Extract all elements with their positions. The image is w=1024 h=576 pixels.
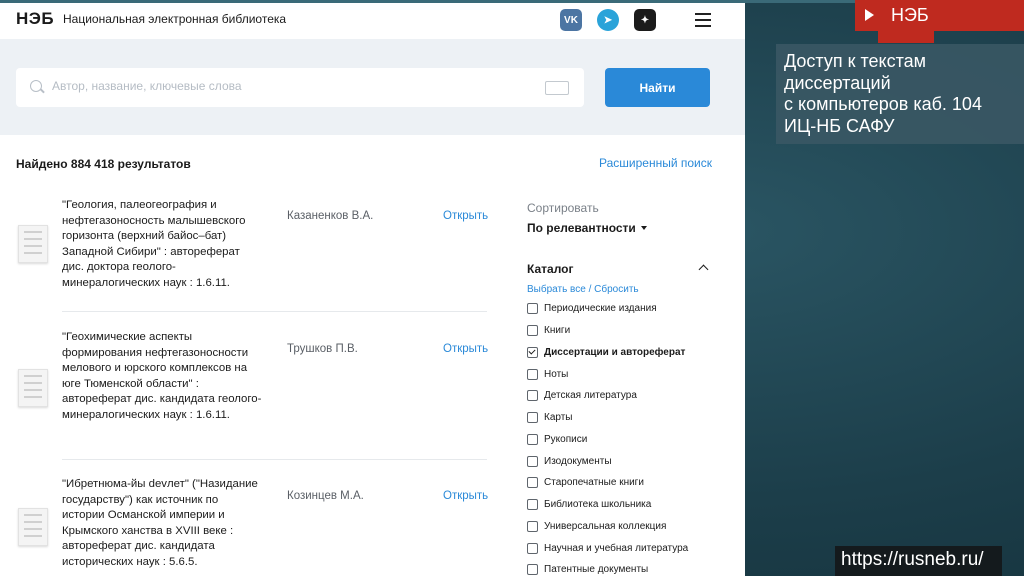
checkbox[interactable] [527,498,538,510]
sort-label: Сортировать [527,201,599,215]
keyboard-icon[interactable] [545,81,569,95]
search-input[interactable] [52,79,532,93]
result-author: Казаненков В.А. [287,210,374,222]
catalog-item[interactable]: Универсальная коллекция [527,519,666,533]
checkbox[interactable] [527,368,538,380]
checkbox[interactable] [527,389,538,401]
result-divider [62,459,487,460]
advanced-search-link[interactable]: Расширенный поиск [599,156,712,170]
telegram-icon[interactable]: ➤ [597,9,619,31]
search-icon [30,80,42,92]
catalog-item[interactable]: Периодические издания [527,301,657,315]
catalog-item-label: Старопечатные книги [544,476,644,488]
catalog-item[interactable]: Изодокументы [527,454,612,468]
catalog-item-label: Рукописи [544,433,588,445]
checkbox[interactable] [527,476,538,488]
zen-icon[interactable]: ✦ [634,9,656,31]
catalog-item-label: Книги [544,324,571,336]
document-thumbnail-icon[interactable] [18,369,48,407]
select-all-link[interactable]: Выбрать все [527,284,586,295]
catalog-item[interactable]: Детская литература [527,388,637,402]
site-logo[interactable]: НЭБ [16,9,54,29]
menu-icon[interactable] [695,13,711,27]
slide-tag-label: НЭБ [891,5,929,25]
checkbox[interactable] [527,455,538,467]
checkbox[interactable] [527,324,538,336]
checkbox[interactable] [527,433,538,445]
open-link[interactable]: Открыть [443,343,488,355]
catalog-item-label: Библиотека школьника [544,498,652,510]
catalog-item-label: Патентные документы [544,563,649,575]
catalog-item-label: Ноты [544,368,569,380]
result-author: Трушков П.В. [287,343,358,355]
library-name: Национальная электронная библиотека [63,12,287,26]
open-link[interactable]: Открыть [443,210,488,222]
checkbox[interactable] [527,520,538,532]
vk-icon[interactable]: VK [560,9,582,31]
play-arrow-icon [865,9,874,21]
search-section: Найти [0,39,745,135]
search-box [16,68,584,107]
catalog-item[interactable]: Карты [527,410,573,424]
catalog-item-label: Периодические издания [544,302,657,314]
catalog-item[interactable]: Библиотека школьника [527,497,651,511]
catalog-item[interactable]: Научная и учебная литература [527,541,688,555]
sort-select[interactable]: По релевантности [527,221,636,235]
slide-note-text: Доступ к текстам диссертаций с компьютер… [784,51,982,136]
website-screenshot: НЭБ Национальная электронная библиотека … [0,3,745,576]
catalog-item-label: Диссертации и автореферат [544,346,686,358]
chevron-up-icon[interactable] [698,264,709,275]
results-count: Найдено 884 418 результатов [16,157,191,171]
result-title[interactable]: "Геология, палеогеография и нефтегазонос… [62,198,262,292]
catalog-item-label: Детская литература [544,389,637,401]
open-link[interactable]: Открыть [443,490,488,502]
result-title[interactable]: "Ибретнюма-йы devлет" ("Назидание госуда… [62,477,262,571]
catalog-item[interactable]: Старопечатные книги [527,475,644,489]
catalog-title[interactable]: Каталог [527,262,574,276]
document-thumbnail-icon[interactable] [18,508,48,546]
checkbox[interactable] [527,542,538,554]
reset-link[interactable]: Сбросить [594,284,638,295]
catalog-item[interactable]: Диссертации и автореферат [527,345,685,359]
caret-down-icon[interactable] [641,226,647,230]
site-url: https://rusneb.ru/ [841,549,984,570]
catalog-item-label: Изодокументы [544,455,612,467]
catalog-item[interactable]: Патентные документы [527,562,648,576]
site-header: НЭБ Национальная электронная библиотека … [0,3,745,39]
catalog-item-label: Карты [544,411,573,423]
catalog-item-label: Научная и учебная литература [544,542,689,554]
checkbox-checked[interactable] [527,346,538,358]
result-divider [62,311,487,312]
catalog-item[interactable]: Рукописи [527,432,587,446]
checkbox[interactable] [527,563,538,575]
catalog-item-label: Универсальная коллекция [544,520,667,532]
catalog-item[interactable]: Книги [527,323,570,337]
search-button[interactable]: Найти [605,68,710,107]
checkbox[interactable] [527,411,538,423]
slide-tag [855,0,1024,31]
document-thumbnail-icon[interactable] [18,225,48,263]
catalog-item[interactable]: Ноты [527,367,568,381]
result-title[interactable]: "Геохимические аспекты формирования нефт… [62,330,262,424]
slide-tag-strip [878,31,934,43]
result-author: Козинцев М.А. [287,490,364,502]
catalog-links: Выбрать все / Сбросить [527,284,639,295]
link-separator: / [588,284,592,295]
checkbox[interactable] [527,302,538,314]
